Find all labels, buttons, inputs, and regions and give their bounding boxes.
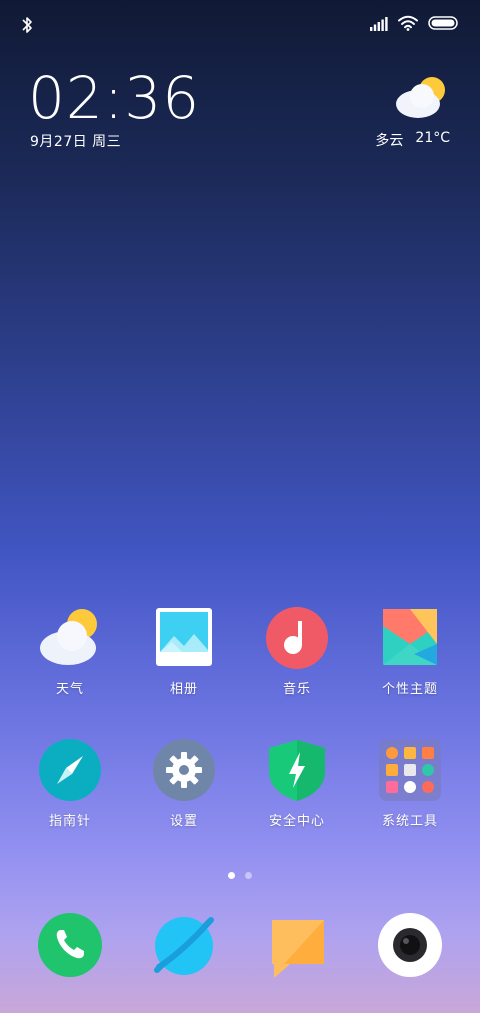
app-label: 天气 bbox=[55, 682, 84, 697]
dock-browser[interactable] bbox=[134, 912, 234, 978]
clock-date[interactable]: 9月27日 周三 bbox=[30, 131, 121, 151]
page-dot-2[interactable] bbox=[245, 872, 252, 879]
app-label: 系统工具 bbox=[381, 814, 438, 829]
compass-icon bbox=[38, 738, 102, 802]
phone-icon bbox=[37, 912, 103, 978]
clock-time[interactable]: 02:36 bbox=[28, 66, 200, 130]
page-dot-1[interactable] bbox=[228, 872, 235, 879]
messages-icon bbox=[264, 912, 330, 978]
wifi-icon bbox=[398, 15, 418, 35]
app-settings[interactable]: 设置 bbox=[134, 738, 234, 829]
app-music[interactable]: 音乐 bbox=[247, 606, 347, 697]
page-indicator bbox=[228, 872, 252, 879]
gallery-icon bbox=[152, 606, 216, 670]
weather-condition: 多云 bbox=[375, 133, 404, 149]
status-bar bbox=[0, 0, 480, 50]
bluetooth-icon bbox=[20, 15, 34, 39]
app-compass[interactable]: 指南针 bbox=[20, 738, 120, 829]
battery-icon bbox=[428, 15, 460, 35]
app-label: 音乐 bbox=[282, 682, 311, 697]
app-label: 安全中心 bbox=[268, 814, 325, 829]
music-icon bbox=[265, 606, 329, 670]
dock-messages[interactable] bbox=[247, 912, 347, 978]
app-themes[interactable]: 个性主题 bbox=[360, 606, 460, 697]
app-label: 设置 bbox=[169, 814, 198, 829]
folder-icon bbox=[378, 738, 442, 802]
weather-widget[interactable]: 多云 21°C bbox=[360, 74, 450, 154]
camera-icon bbox=[377, 912, 443, 978]
app-row-1: 天气 相册 音乐 个性主题 bbox=[0, 606, 480, 706]
dock bbox=[0, 912, 480, 982]
dock-phone[interactable] bbox=[20, 912, 120, 978]
app-label: 个性主题 bbox=[381, 682, 438, 697]
app-label: 指南针 bbox=[48, 814, 91, 829]
browser-icon bbox=[151, 912, 217, 978]
security-icon bbox=[265, 738, 329, 802]
weather-icon bbox=[38, 606, 102, 670]
app-gallery[interactable]: 相册 bbox=[134, 606, 234, 697]
weather-temperature: 21°C bbox=[415, 130, 450, 146]
app-security[interactable]: 安全中心 bbox=[247, 738, 347, 829]
themes-icon bbox=[378, 606, 442, 670]
app-weather[interactable]: 天气 bbox=[20, 606, 120, 697]
partly-cloudy-icon bbox=[394, 74, 450, 122]
weather-info: 多云 21°C bbox=[375, 130, 450, 150]
app-row-2: 指南针 设置 安全中心 系统工具 bbox=[0, 738, 480, 838]
app-folder-system-tools[interactable]: 系统工具 bbox=[360, 738, 460, 829]
signal-icon bbox=[370, 16, 388, 35]
app-label: 相册 bbox=[169, 682, 198, 697]
dock-camera[interactable] bbox=[360, 912, 460, 978]
settings-icon bbox=[152, 738, 216, 802]
